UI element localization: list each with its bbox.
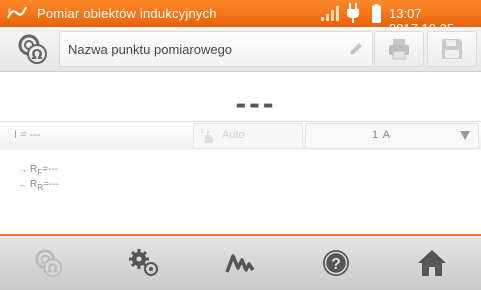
battery-icon xyxy=(372,4,381,23)
gears-icon xyxy=(129,249,158,276)
home-icon xyxy=(418,250,446,276)
inductive-mode-icon: Ω xyxy=(35,249,63,278)
rr-value: =--- xyxy=(43,179,60,190)
range-value: 1 A xyxy=(372,129,391,141)
inductive-mode-icon[interactable]: Ω xyxy=(16,33,48,65)
pencil-icon[interactable] xyxy=(348,41,364,57)
print-button[interactable] xyxy=(374,31,424,67)
auto-button[interactable]: Auto xyxy=(193,123,303,149)
main-result-value: --- xyxy=(235,85,277,121)
current-readout: I = --- xyxy=(14,129,41,141)
current-range-select[interactable]: 1 A xyxy=(305,123,479,149)
rr-reading: ← RR=--- xyxy=(19,179,59,192)
auto-hand-icon xyxy=(200,128,213,143)
svg-text:ʬ: ʬ xyxy=(8,9,11,15)
readings-panel: → RF=--- ← RR=--- xyxy=(0,150,481,235)
result-area: --- xyxy=(0,72,481,122)
nav-home-button[interactable] xyxy=(384,236,480,290)
svg-text:?: ? xyxy=(331,256,341,273)
nav-help-button[interactable]: ? xyxy=(288,236,384,290)
meter-logo-icon: ʬ xyxy=(7,6,27,19)
save-button[interactable] xyxy=(427,31,477,67)
status-bar: ʬ Pomiar obiektów indukcyjnych 13:07 201… xyxy=(0,0,481,36)
nav-waveform-button[interactable] xyxy=(192,236,288,290)
nav-settings-button[interactable] xyxy=(96,236,192,290)
help-icon: ? xyxy=(323,250,349,276)
plug-icon xyxy=(347,3,359,23)
bottom-nav: Ω ? xyxy=(0,236,481,290)
auto-label: Auto xyxy=(222,129,245,141)
parameters-bar: I = --- Auto 1 A xyxy=(0,121,481,151)
rf-reading: → RF=--- xyxy=(19,164,58,177)
svg-text:Ω: Ω xyxy=(31,48,42,63)
rf-value: =--- xyxy=(42,164,59,175)
point-name-field[interactable]: Nazwa punktu pomiarowego xyxy=(59,31,373,67)
nav-measurement-button[interactable]: Ω xyxy=(0,236,96,290)
waveform-icon xyxy=(225,254,255,273)
reverse-arrow-icon: ← xyxy=(19,180,27,189)
forward-arrow-icon: → xyxy=(19,165,27,174)
chevron-down-icon xyxy=(460,131,470,140)
save-icon xyxy=(442,39,462,59)
toolbar: Ω Nazwa punktu pomiarowego xyxy=(0,27,481,72)
window-title: Pomiar obiektów indukcyjnych xyxy=(37,6,217,21)
printer-icon xyxy=(389,39,409,60)
svg-text:Ω: Ω xyxy=(48,261,59,275)
point-name-placeholder: Nazwa punktu pomiarowego xyxy=(68,42,233,57)
signal-icon xyxy=(321,6,339,21)
